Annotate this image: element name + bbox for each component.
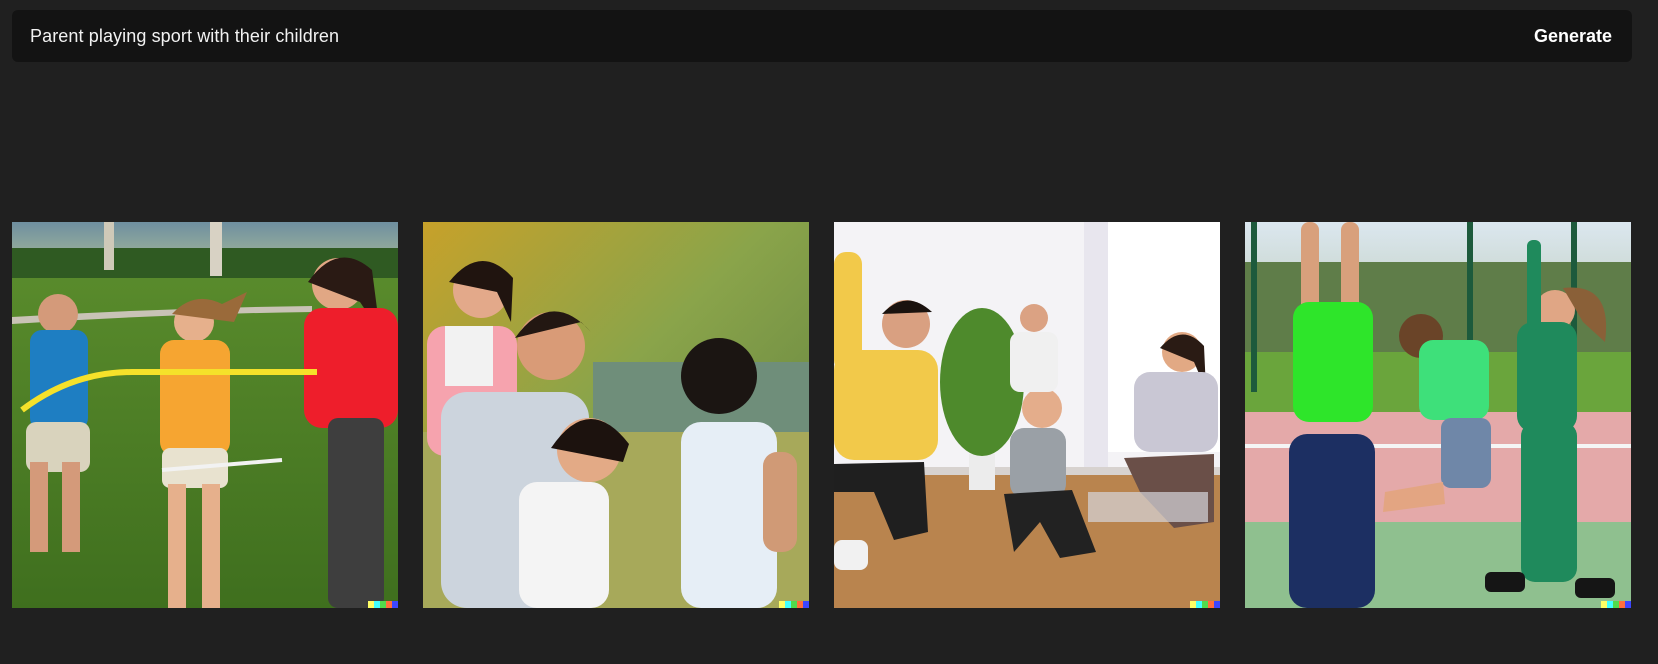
image-gallery xyxy=(12,222,1631,608)
generate-button[interactable]: Generate xyxy=(1534,26,1612,47)
court-jumping-image xyxy=(1245,222,1631,608)
signature-strip xyxy=(779,601,809,608)
generated-image-2[interactable] xyxy=(423,222,809,608)
prompt-bar: Parent playing sport with their children… xyxy=(12,10,1632,62)
generated-image-3[interactable] xyxy=(834,222,1220,608)
park-family-smiling-image xyxy=(423,222,809,608)
signature-strip xyxy=(368,601,398,608)
prompt-input[interactable]: Parent playing sport with their children xyxy=(30,26,339,47)
indoor-stretching-image xyxy=(834,222,1220,608)
signature-strip xyxy=(1601,601,1631,608)
signature-strip xyxy=(1190,601,1220,608)
generated-image-4[interactable] xyxy=(1245,222,1631,608)
generated-image-1[interactable] xyxy=(12,222,398,608)
park-tug-of-war-image xyxy=(12,222,398,608)
